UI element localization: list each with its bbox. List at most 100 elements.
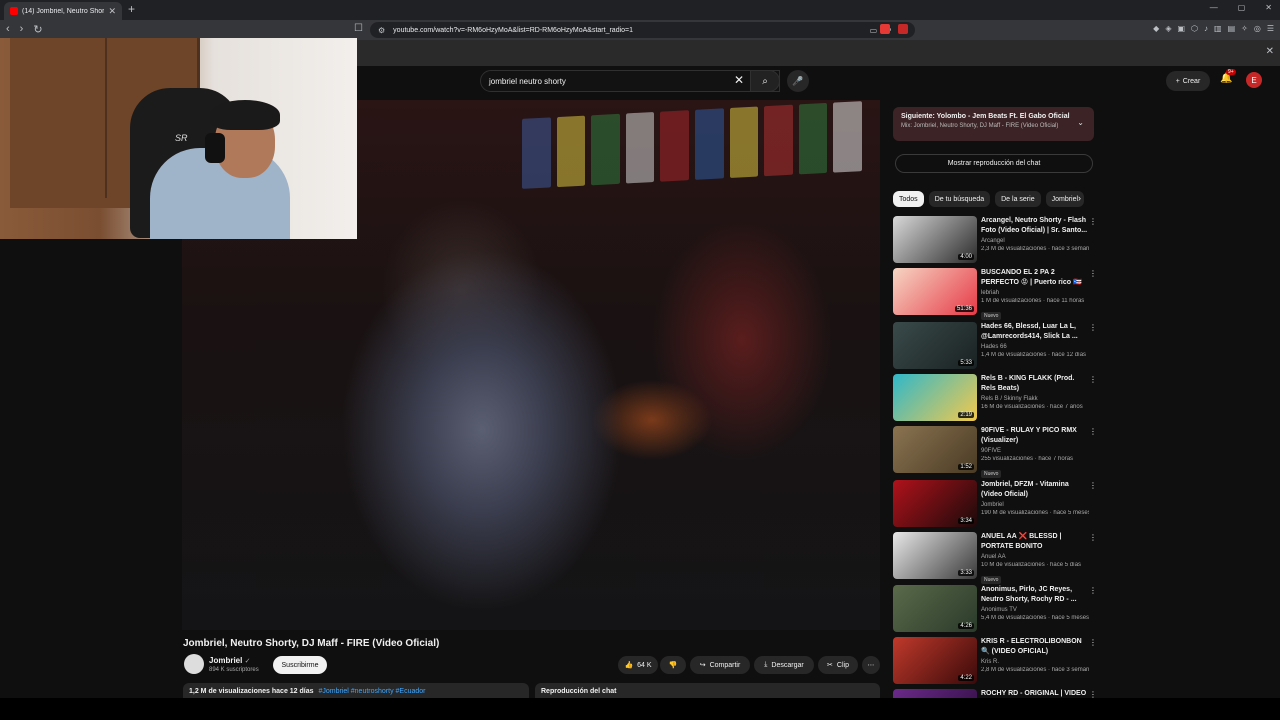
bookmark-icon[interactable]: ☐ [354, 23, 363, 34]
recommendation-channel[interactable]: Hades 66 [981, 344, 1089, 350]
extension-icon[interactable]: ✧ [1241, 24, 1248, 33]
recommendation-title[interactable]: Arcangel, Neutro Shorty - Flash Foto (Vi… [981, 216, 1089, 236]
recommendation-title[interactable]: Hades 66, Blessd, Luar La L, @Lamrecords… [981, 322, 1089, 342]
chevron-right-icon[interactable]: › [1078, 193, 1081, 203]
create-button[interactable]: + Crear [1166, 71, 1210, 91]
scissors-icon: ✂ [827, 662, 833, 669]
dislike-button[interactable]: 👎 [660, 656, 686, 674]
more-actions-button[interactable]: ⋯ [862, 656, 880, 674]
share-button[interactable]: ↪ Compartir [690, 656, 750, 674]
mic-icon: 🎤 [792, 75, 804, 86]
maximize-icon[interactable]: ▢ [1238, 3, 1246, 12]
up-next-card[interactable]: Siguiente: Yolombo - Jem Beats Ft. El Ga… [893, 107, 1094, 141]
close-icon[interactable]: ✕ [1266, 46, 1274, 57]
recommendation-title[interactable]: 90FIVE - RULAY Y PICO RMX (Visualizer) [981, 426, 1089, 446]
extension-icon[interactable] [898, 24, 908, 34]
video-thumbnail[interactable]: 5:33 [893, 322, 977, 369]
recommendation-title[interactable]: Rels B - KING FLAKK (Prod. Rels Beats) [981, 374, 1089, 394]
video-thumbnail[interactable]: 4:26 [893, 585, 977, 632]
chevron-down-icon[interactable]: ⌄ [1077, 118, 1084, 127]
extension-icon[interactable] [880, 24, 890, 34]
recommendation-item[interactable]: 5:33 Hades 66, Blessd, Luar La L, @Lamrec… [893, 322, 1098, 372]
recommendation-title[interactable]: KRIS R - ELECTROLIBONBON 🔍 (VIDEO OFICIA… [981, 637, 1089, 657]
forward-icon[interactable]: › [20, 23, 24, 36]
recommendation-channel[interactable]: lebriah [981, 290, 1089, 296]
recommendation-channel[interactable]: Kris R. [981, 659, 1089, 665]
recommendation-item[interactable]: 4:22 KRIS R - ELECTROLIBONBON 🔍 (VIDEO OF… [893, 637, 1098, 687]
clear-search-icon[interactable]: ✕ [734, 73, 744, 87]
more-vert-icon[interactable]: ⋮ [1089, 586, 1097, 595]
notifications-button[interactable]: 🔔 9+ [1220, 69, 1236, 84]
reload-icon[interactable]: ↻ [33, 23, 42, 36]
video-thumbnail[interactable]: 4:00 [893, 216, 977, 263]
more-vert-icon[interactable]: ⋮ [1089, 481, 1097, 490]
extension-icon[interactable]: ◈ [1165, 24, 1171, 33]
chip-de-la-serie[interactable]: De la serie [995, 191, 1041, 207]
extension-icon[interactable]: ▣ [1177, 24, 1185, 33]
more-vert-icon[interactable]: ⋮ [1089, 217, 1097, 226]
more-vert-icon[interactable]: ⋮ [1089, 375, 1097, 384]
recommendation-title[interactable]: Anonimus, Pirlo, JC Reyes, Neutro Shorty… [981, 585, 1089, 605]
chip-de-tu-busqueda[interactable]: De tu búsqueda [928, 191, 991, 207]
minimize-icon[interactable]: — [1210, 3, 1218, 12]
recommendation-item[interactable]: 4:00 Arcangel, Neutro Shorty - Flash Foto… [893, 216, 1098, 266]
channel-avatar[interactable] [184, 654, 204, 674]
video-thumbnail[interactable]: 3:34 [893, 480, 977, 527]
recommendation-item[interactable]: 2:19 Rels B - KING FLAKK (Prod. Rels Beat… [893, 374, 1098, 424]
extension-icon[interactable]: ◎ [1254, 24, 1261, 33]
video-thumbnail[interactable]: 51:36 [893, 268, 977, 315]
subscribe-button[interactable]: Suscribirme [273, 656, 327, 674]
more-vert-icon[interactable]: ⋮ [1089, 269, 1097, 278]
show-chat-replay-button[interactable]: Mostrar reproducción del chat [895, 154, 1093, 173]
extension-icon[interactable]: ◆ [1153, 24, 1159, 33]
recommendation-title[interactable]: ANUEL AA ❌ BLESSD | PORTATE BONITO [981, 532, 1089, 552]
video-thumbnail[interactable]: 1:52 [893, 426, 977, 473]
recommendation-channel[interactable]: Anonimus TV [981, 607, 1089, 613]
voice-search-button[interactable]: 🎤 [787, 70, 809, 92]
hashtags[interactable]: #Jombriel #neutroshorty #Ecuador [318, 688, 425, 695]
cast-icon[interactable]: ▭ [870, 26, 878, 35]
recommendation-channel[interactable]: Jombriel [981, 502, 1089, 508]
extension-icon[interactable]: ♪ [1204, 24, 1208, 33]
new-tab-icon[interactable]: + [128, 2, 135, 16]
recommendation-meta: 2,8 M de visualizaciones · hace 3 semana… [981, 667, 1089, 673]
channel-name[interactable]: Jombriel ✓ [209, 656, 250, 665]
video-thumbnail[interactable]: 2:19 [893, 374, 977, 421]
close-window-icon[interactable]: ✕ [1265, 3, 1272, 12]
account-avatar[interactable]: E [1246, 72, 1262, 88]
like-count: 64 K [637, 661, 652, 669]
recommendation-channel[interactable]: 90FIVE [981, 448, 1089, 454]
recommendation-title[interactable]: BUSCANDO EL 2 PA 2 PERFECTO 😡 | Puerto r… [981, 268, 1089, 288]
video-thumbnail[interactable]: 4:22 [893, 637, 977, 684]
recommendation-item[interactable]: 4:26 Anonimus, Pirlo, JC Reyes, Neutro Sh… [893, 585, 1098, 635]
search-button[interactable]: ⌕ [750, 70, 780, 92]
recommendation-item[interactable]: 1:52 90FIVE - RULAY Y PICO RMX (Visualize… [893, 426, 1098, 478]
more-vert-icon[interactable]: ⋮ [1089, 638, 1097, 647]
more-vert-icon[interactable]: ⋮ [1089, 323, 1097, 332]
more-vert-icon[interactable]: ⋮ [1089, 533, 1097, 542]
recommendation-channel[interactable]: Anuel AA [981, 554, 1089, 560]
clip-button[interactable]: ✂ Clip [818, 656, 858, 674]
recommendation-channel[interactable]: Rels B / Skinny Flakk [981, 396, 1089, 402]
back-icon[interactable]: ‹ [6, 23, 10, 36]
more-vert-icon[interactable]: ⋮ [1089, 427, 1097, 436]
url-bar[interactable]: ⚙ youtube.com/watch?v=-RM6oHzyMoA&list=R… [370, 22, 915, 38]
search-query: jombriel neutro shorty [489, 76, 566, 86]
like-button[interactable]: 👍 64 K [618, 656, 658, 674]
recommendation-meta: 190 M de visualizaciones · hace 5 meses [981, 510, 1089, 516]
recommendation-item[interactable]: 3:33 ANUEL AA ❌ BLESSD | PORTATE BONITO An… [893, 532, 1098, 584]
download-button[interactable]: ⤓ Descargar [754, 656, 814, 674]
menu-icon[interactable]: ☰ [1267, 24, 1274, 33]
chip-todos[interactable]: Todos [893, 191, 924, 207]
video-thumbnail[interactable]: 3:33 [893, 532, 977, 579]
close-tab-icon[interactable]: ✕ [108, 6, 116, 17]
browser-tab[interactable]: (14) Jombriel, Neutro Shorty, ✕ [4, 2, 122, 20]
extension-icon[interactable]: ▤ [1228, 24, 1236, 33]
recommendation-title[interactable]: Jombriel, DFZM - Vitamina (Video Oficial… [981, 480, 1089, 500]
recommendation-item[interactable]: 51:36 BUSCANDO EL 2 PA 2 PERFECTO 😡 | Pue… [893, 268, 1098, 320]
extension-icon[interactable]: ▥ [1214, 24, 1222, 33]
extension-icon[interactable]: ⬡ [1191, 24, 1198, 33]
recommendation-item[interactable]: 3:34 Jombriel, DFZM - Vitamina (Video Ofi… [893, 480, 1098, 530]
site-info-icon[interactable]: ⚙ [378, 26, 385, 35]
recommendation-channel[interactable]: Arcangel [981, 238, 1089, 244]
